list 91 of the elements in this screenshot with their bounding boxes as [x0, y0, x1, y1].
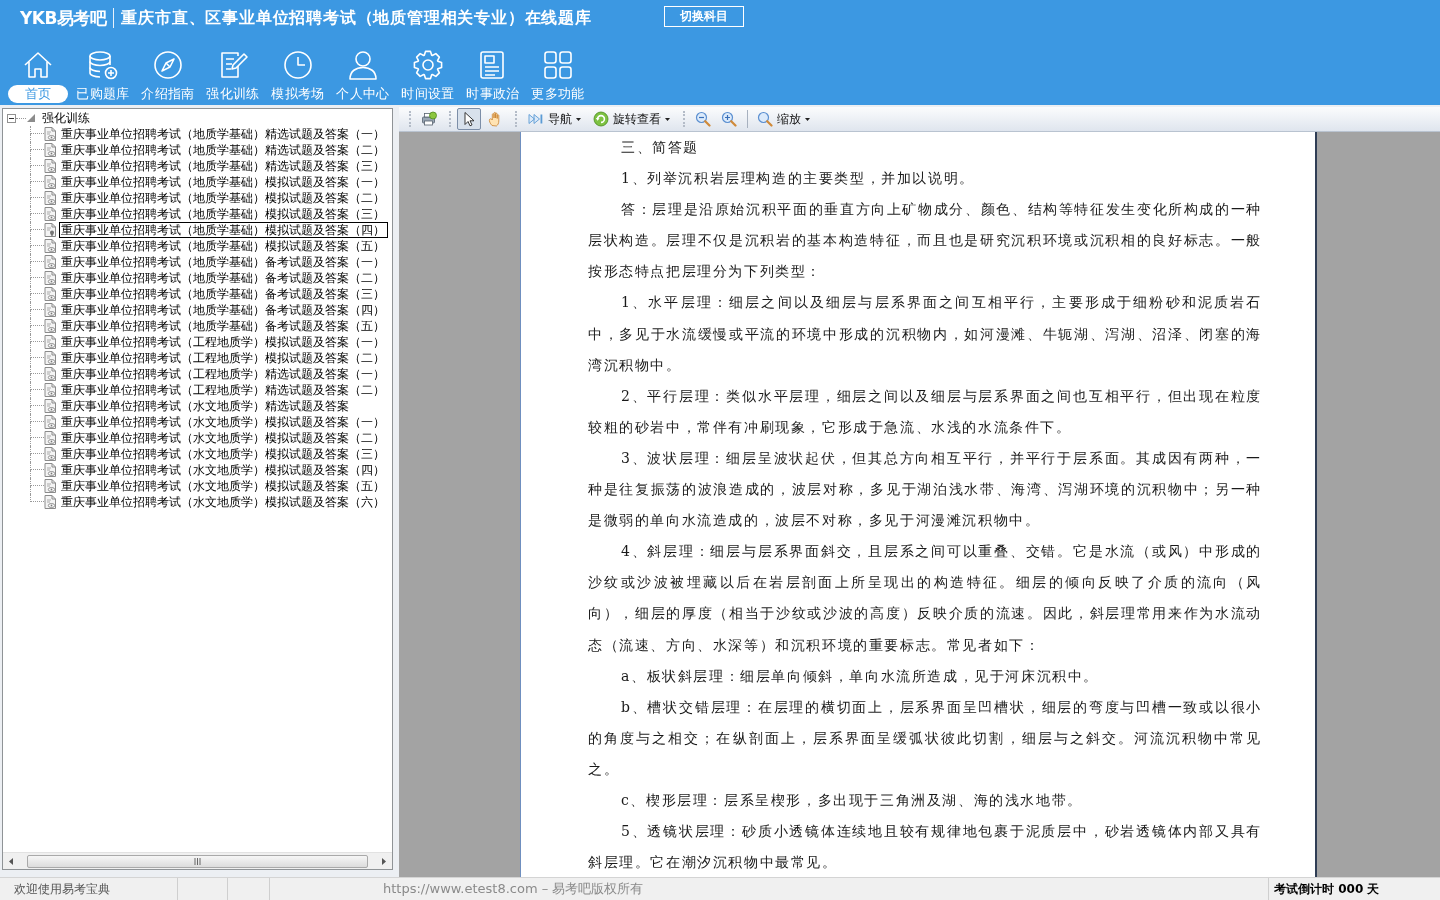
- paragraph-text: 3、波状层理：细层呈波状起伏，但其总方向相互平行，并平行于层系面。其成因有两种，一种是往复振荡的波浪造成的，波层对称，多见于湖泊浅水带、海湾、泻湖环境的沉积物中；另一种是微弱的单向水流造成的，波层不对称，多见于河漫滩沉积物中。: [588, 448, 1262, 531]
- tree-item[interactable]: 重庆事业单位招聘考试（水文地质学）模拟试题及答案（六）: [59, 494, 388, 510]
- paragraph-text: a、板状斜层理：细层单向倾斜，单向水流所造成，见于河床沉积中。: [620, 666, 1100, 686]
- scrollbar-thumb[interactable]: [27, 854, 368, 868]
- document-icon: [44, 479, 56, 493]
- app-logo: YKB易考吧: [20, 6, 107, 30]
- pointer-tool-button[interactable]: [457, 108, 481, 130]
- app-title: 重庆市直、区事业单位招聘考试（地质管理相关专业）在线题库: [121, 7, 592, 29]
- paragraph-text: c、楔形层理：层系呈楔形，多出现于三角洲及湖、海的浅水地带。: [620, 790, 1084, 810]
- navigation-menu-button[interactable]: 导航: [523, 108, 586, 130]
- document-icon: [44, 287, 56, 301]
- tree-item[interactable]: 强化训练: [42, 110, 90, 126]
- caret-icon: [576, 117, 581, 121]
- database-icon: [87, 49, 119, 81]
- rotate-icon: [593, 111, 609, 127]
- document-icon: [44, 303, 56, 317]
- tree-item[interactable]: 重庆事业单位招聘考试（水文地质学）模拟试题及答案（三）: [59, 446, 388, 462]
- tree-item[interactable]: 重庆事业单位招聘考试（地质学基础）模拟试题及答案（一）: [59, 174, 388, 190]
- right-arrow-icon: [382, 857, 386, 865]
- tree-item[interactable]: 重庆事业单位招聘考试（水文地质学）模拟试题及答案（一）: [59, 414, 388, 430]
- skip-forward-icon: [528, 111, 544, 127]
- paragraph-text: b、槽状交错层理：在层理的横切面上，层系界面呈凹槽状，细层的弯度与凹槽一致或以很小的角度与之相交；在纵剖面上，层系界面呈缓弧状彼此切割，细层与之斜交。河流沉积物中常见之。: [588, 697, 1262, 779]
- tree-item[interactable]: 重庆事业单位招聘考试（地质学基础）备考试题及答案（一）: [59, 254, 388, 270]
- tree-item[interactable]: 重庆事业单位招聘考试（地质学基础）精选试题及答案（二）: [59, 142, 388, 158]
- paragraph-text: 1、列举沉积岩层理构造的主要类型，并加以说明。: [620, 169, 976, 189]
- paragraph-text: 1、水平层理：细层之间以及细层与层系界面之间互相平行，主要形成于细粉砂和泥质岩石中，多见于水流缓慢或平流的环境中形成的沉积物内，如河漫滩、牛轭湖、泻湖、沼泽、闭塞的海湾沉积物中。: [588, 293, 1262, 375]
- document-icon: [44, 335, 56, 349]
- document-icon: [44, 351, 56, 365]
- document-icon: [44, 399, 56, 413]
- tree-item[interactable]: 重庆事业单位招聘考试（工程地质学）模拟试题及答案（二）: [59, 350, 388, 366]
- document-icon: [44, 447, 56, 461]
- tree-item[interactable]: 重庆事业单位招聘考试（工程地质学）精选试题及答案（一）: [59, 366, 388, 382]
- compass-icon: [152, 49, 184, 81]
- collapse-toggle-icon[interactable]: [7, 113, 16, 123]
- zoom-in-icon: [721, 111, 737, 127]
- caret-icon: [805, 117, 810, 121]
- document-icon: [44, 383, 56, 397]
- caret-icon: [665, 117, 670, 121]
- paragraph-text: 5、透镜状层理：砂质小透镜体连续地且较有规律地包裹于泥质层中，砂岩透镜体内部又具有斜层理。它在潮汐沉积物中最常见。: [588, 822, 1262, 873]
- welcome-text: 欢迎使用易考宝典: [14, 880, 110, 898]
- document-icon: [44, 255, 56, 269]
- document-icon: [44, 271, 56, 285]
- countdown-text: 考试倒计时 000 天: [1274, 880, 1380, 898]
- paragraph-text: 答：层理是沿原始沉积平面的垂直方向上矿物成分、颜色、结构等特征发生变化所构成的一种层状构造。层理不仅是沉积岩的基本构造特征，而且也是研究沉积环境或沉积相的良好标志。一般按形态特点把层理分为下列类型：: [588, 200, 1262, 282]
- triangle-icon: [27, 114, 35, 122]
- home-icon: [22, 49, 54, 81]
- tree-item[interactable]: 重庆事业单位招聘考试（水文地质学）模拟试题及答案（四）: [59, 462, 388, 478]
- document-icon: [44, 175, 56, 189]
- grid-icon: [542, 49, 574, 81]
- tree-item[interactable]: 重庆事业单位招聘考试（地质学基础）模拟试题及答案（四）: [59, 222, 388, 238]
- document-icon: [44, 191, 56, 205]
- document-icon: [44, 463, 56, 477]
- rotate-view-menu-button[interactable]: 旋转查看: [588, 108, 675, 130]
- document-icon: [44, 367, 56, 381]
- document-icon: [44, 223, 56, 237]
- tree-item[interactable]: 重庆事业单位招聘考试（地质学基础）模拟试题及答案（二）: [59, 190, 388, 206]
- zoom-menu-button[interactable]: 缩放: [752, 108, 815, 130]
- paragraph-text: 2、平行层理：类似水平层理，细层之间以及细层与层系界面之间也互相平行，但出现在粒度较粗的砂岩中，常伴有冲刷现象，它形成于急流、水浅的水流条件下。: [588, 386, 1262, 437]
- cursor-icon: [461, 111, 477, 127]
- clock-icon: [282, 49, 314, 81]
- grip-icon: [194, 857, 201, 865]
- tree-item[interactable]: 重庆事业单位招聘考试（地质学基础）备考试题及答案（二）: [59, 270, 388, 286]
- tree-item[interactable]: 重庆事业单位招聘考试（工程地质学）模拟试题及答案（一）: [59, 334, 388, 350]
- person-icon: [347, 49, 379, 81]
- printer-icon: [421, 111, 437, 127]
- left-arrow-icon: [9, 857, 13, 865]
- document-icon: [44, 495, 56, 509]
- document-icon: [44, 431, 56, 445]
- document-icon: [44, 143, 56, 157]
- copyright-text: https://www.etest8.com – 易考吧版权所有: [383, 880, 644, 898]
- tree-item[interactable]: 重庆事业单位招聘考试（水文地质学）模拟试题及答案（二）: [59, 430, 388, 446]
- document-icon: [44, 159, 56, 173]
- zoom-out-icon: [695, 111, 711, 127]
- document-icon: [44, 127, 56, 141]
- tree-item[interactable]: 重庆事业单位招聘考试（地质学基础）模拟试题及答案（五）: [59, 238, 388, 254]
- document-icon: [44, 319, 56, 333]
- document-icon: [44, 239, 56, 253]
- search-icon: [757, 111, 773, 127]
- paragraph-text: 三、简答题: [620, 138, 700, 157]
- tree-item[interactable]: 重庆事业单位招聘考试（地质学基础）精选试题及答案（三）: [59, 158, 388, 174]
- tree-item[interactable]: 重庆事业单位招聘考试（地质学基础）精选试题及答案（一）: [59, 126, 388, 142]
- tree-item[interactable]: 重庆事业单位招聘考试（地质学基础）备考试题及答案（五）: [59, 318, 388, 334]
- tree-item[interactable]: 重庆事业单位招聘考试（工程地质学）精选试题及答案（二）: [59, 382, 388, 398]
- document-icon: [44, 415, 56, 429]
- settings-icon: [412, 49, 444, 81]
- tree-item[interactable]: 重庆事业单位招聘考试（地质学基础）模拟试题及答案（三）: [59, 206, 388, 222]
- document-icon: [44, 207, 56, 221]
- tree-item[interactable]: 重庆事业单位招聘考试（水文地质学）精选试题及答案: [59, 398, 352, 414]
- tree-item[interactable]: 重庆事业单位招聘考试（地质学基础）备考试题及答案（三）: [59, 286, 388, 302]
- tree-item[interactable]: 重庆事业单位招聘考试（水文地质学）模拟试题及答案（五）: [59, 478, 388, 494]
- tree-item[interactable]: 重庆事业单位招聘考试（地质学基础）备考试题及答案（四）: [59, 302, 388, 318]
